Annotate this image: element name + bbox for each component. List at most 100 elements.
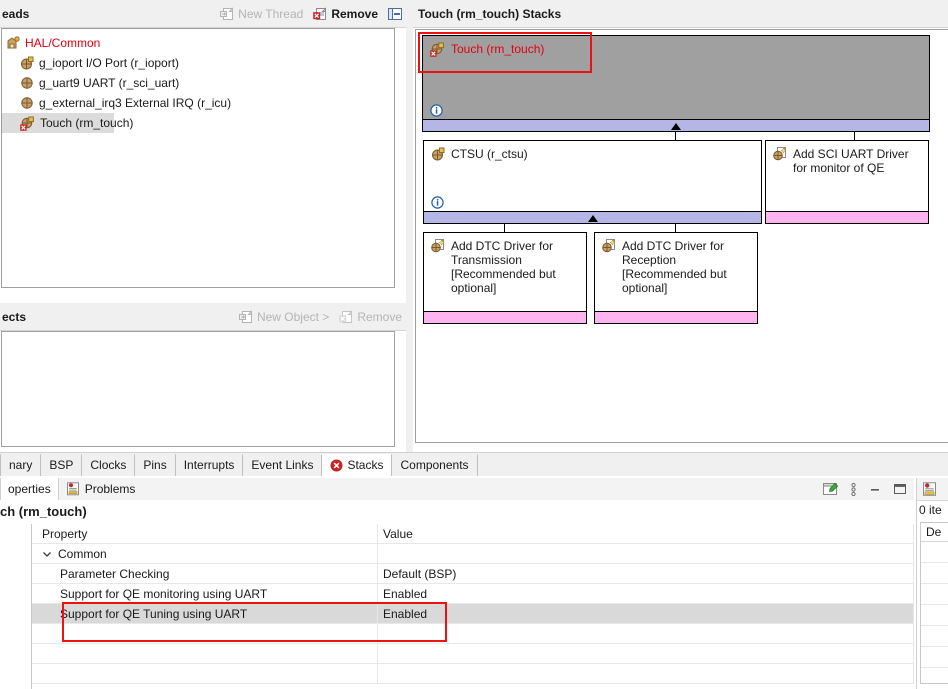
property-name: Common	[58, 547, 107, 561]
problems-row	[921, 626, 948, 647]
table-row[interactable]: Parameter Checking Default (BSP)	[32, 564, 914, 584]
problems-table[interactable]: De	[920, 522, 948, 684]
new-object-label: New Object >	[257, 310, 329, 324]
problems-panel[interactable]: 0 ite De	[916, 478, 948, 689]
view-tab-strip[interactable]: operties Problems	[0, 478, 914, 501]
table-row[interactable]	[32, 664, 914, 684]
threads-tree-container[interactable]: HAL/Common g_ioport I/O Port (r_ioport) …	[1, 28, 395, 288]
new-view-icon[interactable]	[823, 482, 839, 497]
table-row[interactable]: Common	[32, 544, 914, 564]
driver-icon	[431, 147, 445, 161]
module-icon	[20, 56, 34, 70]
property-name-cell: Support for QE monitoring using UART	[32, 584, 378, 604]
property-name: Parameter Checking	[32, 567, 169, 581]
problems-row	[921, 647, 948, 668]
problems-icon	[66, 482, 80, 496]
properties-table-container[interactable]: Property Value Common Parameter Checking…	[32, 524, 914, 689]
stack-box-dtc-transmission-label: Add DTC Driver for Transmission [Recomme…	[451, 239, 556, 295]
configurator-tab-strip[interactable]: nary BSP Clocks Pins Interrupts Event Li…	[0, 452, 948, 476]
tab-label: nary	[9, 455, 32, 476]
stack-box-dtc-transmission-footer-bar	[424, 311, 586, 323]
threads-panel-title: eads	[0, 7, 29, 21]
properties-title: ch (rm_touch)	[0, 500, 914, 524]
view-tab-properties[interactable]: operties	[0, 478, 59, 500]
property-value-cell	[378, 664, 914, 684]
stack-box-dtc-reception[interactable]: Add DTC Driver for Reception [Recommende…	[594, 232, 758, 324]
stack-box-ctsu[interactable]: CTSU (r_ctsu)	[423, 140, 762, 224]
tree-item-g-external-irq3[interactable]: g_external_irq3 External IRQ (r_icu)	[2, 93, 394, 113]
remove-thread-label: Remove	[331, 7, 378, 21]
tree-item-label: HAL/Common	[25, 36, 100, 50]
stack-box-dtc-reception-label: Add DTC Driver for Reception [Recommende…	[622, 239, 727, 295]
tab-stacks[interactable]: Stacks	[321, 454, 392, 476]
table-row[interactable]: Support for QE monitoring using UART Ena…	[32, 584, 914, 604]
table-row[interactable]	[32, 644, 914, 664]
remove-object-label: Remove	[357, 310, 402, 324]
tree-item-g-uart9[interactable]: g_uart9 UART (r_sci_uart)	[2, 73, 394, 93]
tab-interrupts[interactable]: Interrupts	[175, 454, 244, 476]
property-name-cell: Support for QE Tuning using UART	[32, 604, 378, 624]
column-header-value: Value	[378, 524, 914, 544]
property-value: Enabled	[378, 607, 427, 621]
view-tab-problems[interactable]: Problems	[59, 478, 143, 500]
stack-box-ctsu-label: CTSU (r_ctsu)	[451, 147, 528, 161]
property-value-cell[interactable]: Default (BSP)	[378, 564, 914, 584]
tab-clocks[interactable]: Clocks	[81, 454, 135, 476]
tab-bsp[interactable]: BSP	[40, 454, 82, 476]
tree-item-g-ioport[interactable]: g_ioport I/O Port (r_ioport)	[2, 53, 394, 73]
stack-box-dtc-reception-title: Add DTC Driver for Reception [Recommende…	[595, 233, 757, 295]
stack-box-sci-uart-label: Add SCI UART Driver for monitor of QE	[793, 147, 909, 175]
info-icon[interactable]	[431, 196, 444, 209]
expand-caret-icon[interactable]	[588, 215, 598, 222]
tab-pins[interactable]: Pins	[134, 454, 175, 476]
property-name-cell	[32, 644, 378, 664]
property-name-cell: Common	[32, 544, 378, 564]
table-row[interactable]: Support for QE Tuning using UART Enabled	[32, 604, 914, 624]
stack-box-ctsu-title: CTSU (r_ctsu)	[424, 141, 761, 161]
tab-event-links[interactable]: Event Links	[242, 454, 322, 476]
view-menu-icon[interactable]	[850, 482, 857, 497]
property-value-cell	[378, 624, 914, 644]
property-name-cell	[32, 664, 378, 684]
property-value-cell[interactable]: Enabled	[378, 584, 914, 604]
objects-panel-header: ects New Object >	[0, 303, 408, 331]
property-value-cell[interactable]: Enabled	[378, 604, 914, 624]
property-value	[378, 547, 383, 561]
property-value	[378, 647, 383, 661]
property-name	[32, 647, 60, 661]
property-value	[378, 627, 383, 641]
view-tab-label: operties	[8, 478, 51, 500]
group-row[interactable]: Common	[32, 547, 377, 561]
stack-box-touch-label: Touch (rm_touch)	[451, 42, 544, 56]
remove-thread-button[interactable]: Remove	[313, 7, 378, 21]
collapse-all-icon[interactable]	[388, 7, 402, 21]
remove-object-button[interactable]: Remove	[339, 310, 402, 324]
table-row[interactable]	[32, 624, 914, 644]
new-thread-button[interactable]: New Thread	[220, 7, 303, 21]
tab-components[interactable]: Components	[391, 454, 477, 476]
problems-row	[921, 605, 948, 626]
pane-splitter[interactable]	[406, 0, 413, 452]
stacks-canvas[interactable]: Touch (rm_touch) CTSU (r_ctsu)	[415, 29, 948, 443]
tab-summary[interactable]: nary	[0, 454, 41, 476]
add-driver-icon	[602, 239, 616, 253]
new-object-button[interactable]: New Object >	[239, 310, 329, 324]
new-thread-icon	[220, 7, 234, 21]
maximize-icon[interactable]	[893, 482, 907, 496]
property-name	[32, 627, 60, 641]
tree-item-touch[interactable]: Touch (rm_touch)	[2, 113, 114, 133]
property-name-cell: Parameter Checking	[32, 564, 378, 584]
stack-box-sci-uart[interactable]: Add SCI UART Driver for monitor of QE	[765, 140, 929, 224]
tree-item-hal-common[interactable]: HAL/Common	[2, 33, 394, 53]
stack-box-touch[interactable]: Touch (rm_touch)	[422, 35, 930, 132]
expand-caret-icon[interactable]	[671, 123, 681, 130]
chevron-down-icon[interactable]	[42, 549, 52, 559]
info-icon[interactable]	[430, 104, 443, 117]
objects-list-container[interactable]	[1, 331, 395, 447]
properties-side-tab-rail	[0, 524, 32, 689]
minimize-icon[interactable]	[868, 482, 882, 496]
new-thread-label: New Thread	[238, 7, 303, 21]
problems-column-header-description: De	[921, 523, 948, 542]
view-toolbar	[823, 482, 914, 497]
stack-box-dtc-transmission[interactable]: Add DTC Driver for Transmission [Recomme…	[423, 232, 587, 324]
